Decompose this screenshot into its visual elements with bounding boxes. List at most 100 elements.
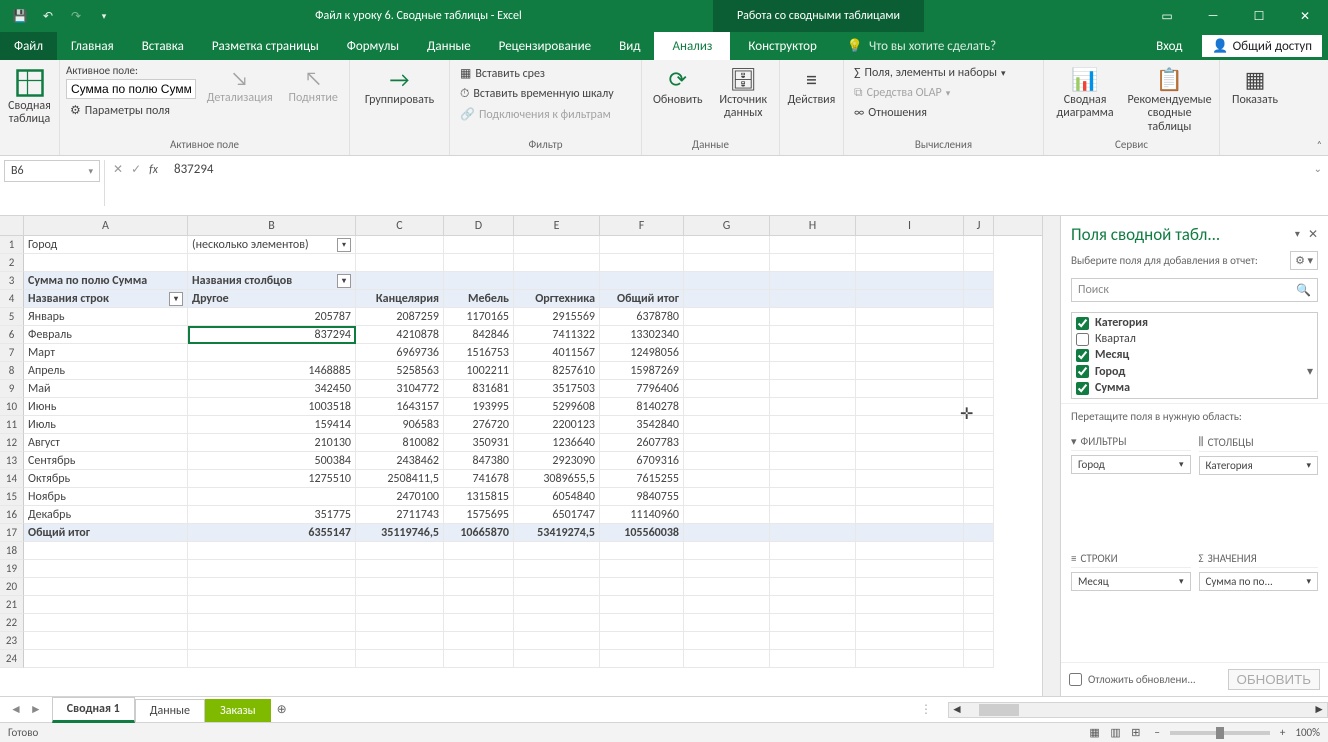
cell[interactable] bbox=[684, 542, 770, 560]
cell[interactable]: Апрель bbox=[24, 362, 188, 380]
cell[interactable] bbox=[770, 542, 856, 560]
cell[interactable]: 350931 bbox=[444, 434, 514, 452]
column-item[interactable]: Категория▾ bbox=[1199, 456, 1319, 475]
cell[interactable]: Оргтехника bbox=[514, 290, 600, 308]
grid-rows[interactable]: 1Город(несколько элементов)▾23Сумма по п… bbox=[0, 236, 1042, 696]
cell[interactable] bbox=[600, 236, 684, 254]
cell[interactable] bbox=[514, 560, 600, 578]
cell[interactable] bbox=[770, 344, 856, 362]
column-header-I[interactable]: I bbox=[856, 216, 964, 235]
cell[interactable] bbox=[770, 488, 856, 506]
cell[interactable] bbox=[684, 470, 770, 488]
cell[interactable] bbox=[188, 596, 356, 614]
group-button[interactable]: → Группировать bbox=[356, 64, 443, 107]
page-layout-view-icon[interactable]: ▥ bbox=[1106, 726, 1124, 739]
cell[interactable]: 842846 bbox=[444, 326, 514, 344]
cell[interactable] bbox=[356, 632, 444, 650]
cell[interactable] bbox=[964, 398, 994, 416]
accept-icon[interactable]: ✓ bbox=[131, 162, 141, 177]
cell[interactable] bbox=[856, 308, 964, 326]
cell[interactable]: 2915569 bbox=[514, 308, 600, 326]
cell[interactable] bbox=[684, 650, 770, 668]
cell[interactable] bbox=[600, 650, 684, 668]
cell[interactable] bbox=[856, 596, 964, 614]
cell[interactable] bbox=[964, 290, 994, 308]
cell[interactable] bbox=[684, 380, 770, 398]
zoom-in-icon[interactable]: + bbox=[1280, 726, 1285, 739]
cell[interactable] bbox=[600, 614, 684, 632]
name-box[interactable]: B6 ▾ bbox=[4, 160, 100, 182]
cell[interactable] bbox=[770, 650, 856, 668]
scroll-right-icon[interactable]: ► bbox=[1311, 702, 1327, 717]
field-item[interactable]: Сумма bbox=[1074, 380, 1315, 396]
cell[interactable]: Июнь bbox=[24, 398, 188, 416]
field-filter-icon[interactable]: ▾ bbox=[1307, 364, 1313, 379]
cell[interactable] bbox=[964, 236, 994, 254]
tab-data[interactable]: Данные bbox=[413, 32, 485, 60]
cell[interactable] bbox=[856, 380, 964, 398]
cell[interactable]: 741678 bbox=[444, 470, 514, 488]
cell[interactable] bbox=[684, 362, 770, 380]
row-header[interactable]: 18 bbox=[0, 542, 24, 560]
zone-values[interactable]: ΣЗНАЧЕНИЯ Сумма по по...▾ bbox=[1195, 546, 1323, 662]
tab-review[interactable]: Рецензирование bbox=[485, 32, 605, 60]
cell[interactable] bbox=[964, 614, 994, 632]
cell[interactable] bbox=[24, 542, 188, 560]
row-header[interactable]: 19 bbox=[0, 560, 24, 578]
tab-home[interactable]: Главная bbox=[57, 32, 128, 60]
ribbon-display-icon[interactable]: ▭ bbox=[1144, 0, 1190, 32]
add-sheet-button[interactable]: ⊕ bbox=[271, 702, 293, 717]
cell[interactable] bbox=[964, 578, 994, 596]
row-header[interactable]: 5 bbox=[0, 308, 24, 326]
cell[interactable] bbox=[444, 542, 514, 560]
cell[interactable] bbox=[684, 488, 770, 506]
defer-update-checkbox[interactable] bbox=[1069, 673, 1082, 686]
save-icon[interactable]: 💾 bbox=[8, 4, 32, 28]
cell[interactable] bbox=[856, 560, 964, 578]
cell[interactable] bbox=[964, 344, 994, 362]
cell[interactable]: 6969736 bbox=[356, 344, 444, 362]
cell[interactable]: Январь bbox=[24, 308, 188, 326]
cell[interactable] bbox=[856, 524, 964, 542]
cell[interactable]: 2087259 bbox=[356, 308, 444, 326]
cell[interactable] bbox=[856, 272, 964, 290]
cell[interactable] bbox=[964, 632, 994, 650]
cell[interactable] bbox=[188, 344, 356, 362]
row-header[interactable]: 9 bbox=[0, 380, 24, 398]
row-header[interactable]: 22 bbox=[0, 614, 24, 632]
cell[interactable]: 3517503 bbox=[514, 380, 600, 398]
normal-view-icon[interactable]: ▦ bbox=[1085, 726, 1103, 739]
cell[interactable]: 1468885 bbox=[188, 362, 356, 380]
cell[interactable] bbox=[770, 380, 856, 398]
cell[interactable] bbox=[964, 362, 994, 380]
cell[interactable]: Названия столбцов▾ bbox=[188, 272, 356, 290]
cell[interactable]: 6501747 bbox=[514, 506, 600, 524]
column-header-E[interactable]: E bbox=[514, 216, 600, 235]
cell[interactable]: 205787 bbox=[188, 308, 356, 326]
cell[interactable] bbox=[600, 272, 684, 290]
cell[interactable] bbox=[856, 254, 964, 272]
cell[interactable] bbox=[24, 614, 188, 632]
cell[interactable] bbox=[964, 524, 994, 542]
cell[interactable] bbox=[684, 434, 770, 452]
cell[interactable] bbox=[444, 578, 514, 596]
cell[interactable] bbox=[514, 254, 600, 272]
sign-in-button[interactable]: Вход bbox=[1142, 32, 1196, 60]
cell[interactable] bbox=[444, 560, 514, 578]
row-header[interactable]: 2 bbox=[0, 254, 24, 272]
cell[interactable] bbox=[856, 650, 964, 668]
field-search-input[interactable]: Поиск 🔍 bbox=[1071, 278, 1318, 302]
cell[interactable] bbox=[600, 542, 684, 560]
relationships-button[interactable]: ∞Отношения bbox=[850, 104, 931, 122]
cell[interactable]: 15987269 bbox=[600, 362, 684, 380]
cell[interactable]: 4210878 bbox=[356, 326, 444, 344]
cell[interactable] bbox=[684, 416, 770, 434]
cell[interactable]: 500384 bbox=[188, 452, 356, 470]
tab-formulas[interactable]: Формулы bbox=[333, 32, 413, 60]
cell[interactable] bbox=[684, 290, 770, 308]
cell[interactable] bbox=[770, 362, 856, 380]
cell[interactable]: 6355147 bbox=[188, 524, 356, 542]
column-header-J[interactable]: J bbox=[964, 216, 994, 235]
cell[interactable] bbox=[856, 488, 964, 506]
cell[interactable]: 810082 bbox=[356, 434, 444, 452]
